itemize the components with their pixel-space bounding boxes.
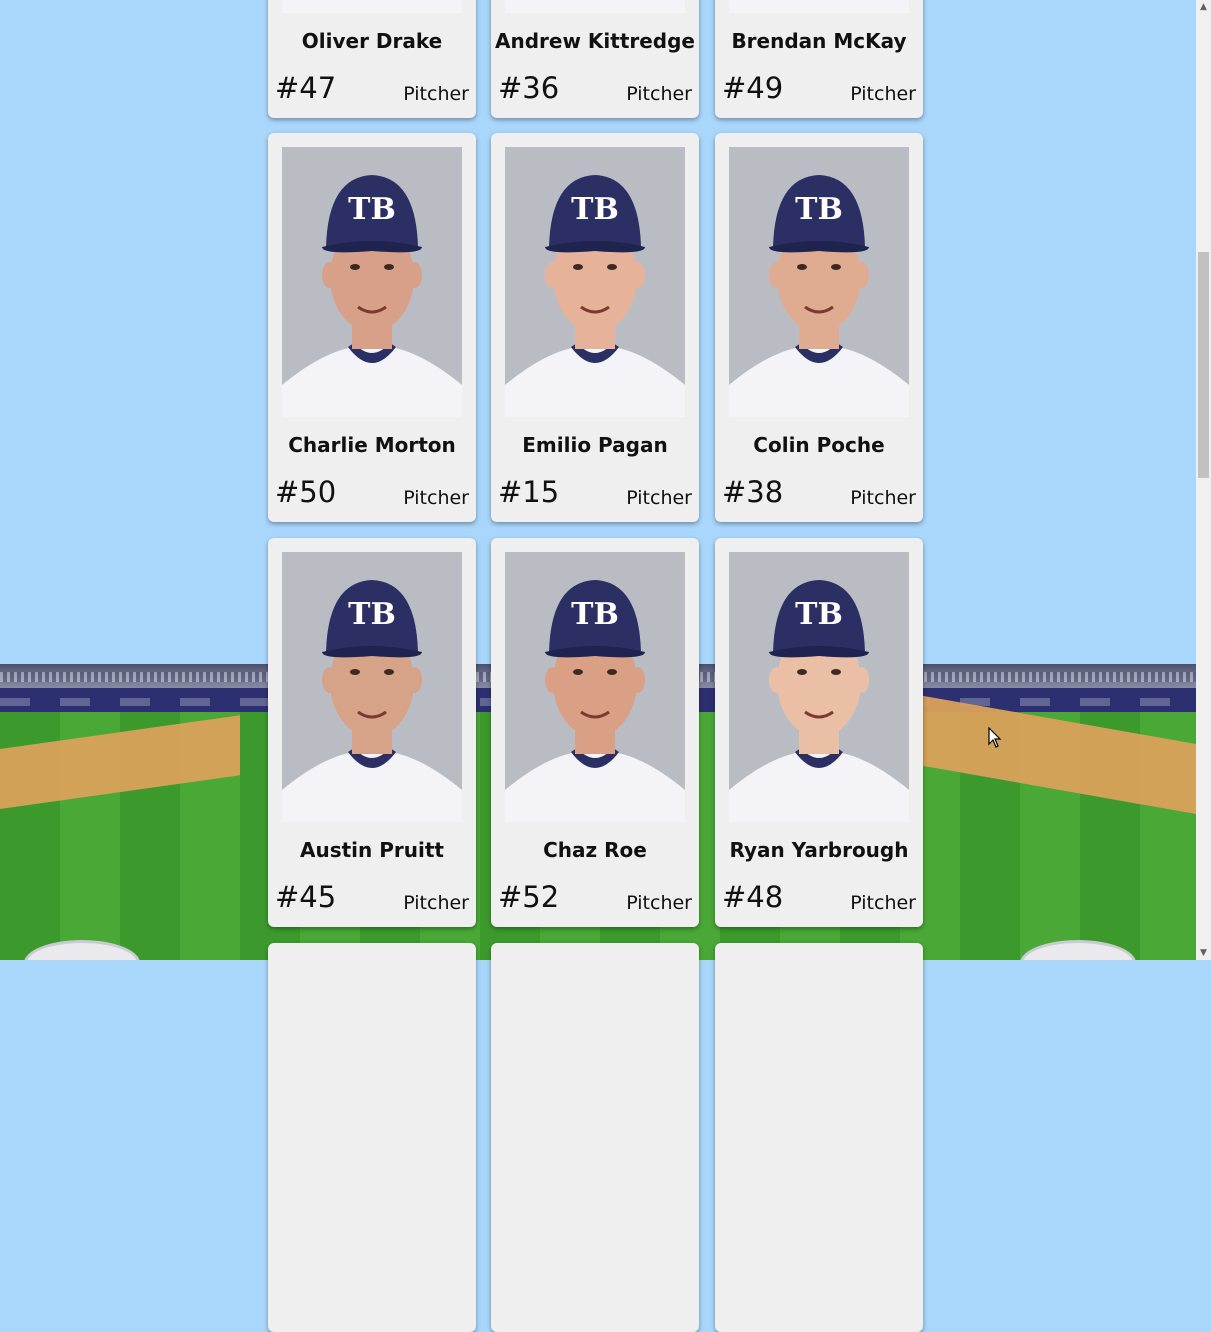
player-position: Pitcher	[850, 83, 916, 105]
player-card[interactable]: TB Chaz Roe #52 Pitcher	[491, 538, 699, 927]
player-position: Pitcher	[403, 487, 469, 509]
player-photo: TB	[282, 147, 462, 417]
headshot-illustration: TB	[505, 147, 685, 417]
player-name: Chaz Roe	[543, 838, 647, 862]
headshot-illustration: TB	[505, 552, 685, 822]
player-card[interactable]: TB Andrew Kittredge #36 Pitcher	[491, 0, 699, 118]
scroll-thumb[interactable]	[1198, 252, 1209, 478]
headshot-illustration: TB	[282, 552, 462, 822]
player-number: #15	[498, 475, 560, 509]
cap-logo: TB	[348, 597, 396, 632]
player-photo: TB	[505, 147, 685, 417]
player-photo: TB	[729, 147, 909, 417]
player-card[interactable]: TB Austin Pruitt #45 Pitcher	[268, 538, 476, 927]
headshot-illustration: TB	[282, 147, 462, 417]
player-position: Pitcher	[626, 892, 692, 914]
player-number: #49	[722, 71, 784, 105]
headshot-illustration: TB	[729, 0, 909, 13]
vertical-scrollbar[interactable]: ▲ ▼	[1196, 0, 1211, 960]
player-number: #47	[275, 71, 337, 105]
player-photo: TB	[282, 552, 462, 822]
player-position: Pitcher	[403, 83, 469, 105]
player-name: Ryan Yarbrough	[729, 838, 909, 862]
player-name: Oliver Drake	[301, 29, 443, 53]
player-card[interactable]: TB Colin Poche #38 Pitcher	[715, 133, 923, 522]
cap-logo: TB	[795, 597, 843, 632]
player-name: Andrew Kittredge	[495, 29, 695, 53]
player-name: Emilio Pagan	[522, 433, 668, 457]
player-number: #50	[275, 475, 337, 509]
player-card[interactable]: TB Emilio Pagan #15 Pitcher	[491, 133, 699, 522]
scroll-down-arrow-icon[interactable]: ▼	[1196, 946, 1211, 960]
player-number: #48	[722, 880, 784, 914]
cap-logo: TB	[348, 192, 396, 227]
player-position: Pitcher	[403, 892, 469, 914]
player-photo: TB	[729, 0, 909, 13]
player-number: #38	[722, 475, 784, 509]
player-card[interactable]: TB Brendan McKay #49 Pitcher	[715, 0, 923, 118]
headshot-illustration: TB	[505, 0, 685, 13]
player-card-partial[interactable]	[268, 943, 476, 1332]
player-number: #52	[498, 880, 560, 914]
scroll-up-arrow-icon[interactable]: ▲	[1196, 0, 1211, 14]
player-photo: TB	[505, 0, 685, 13]
player-position: Pitcher	[850, 892, 916, 914]
player-card[interactable]: TB Oliver Drake #47 Pitcher	[268, 0, 476, 118]
player-card[interactable]: TB Charlie Morton #50 Pitcher	[268, 133, 476, 522]
player-photo: TB	[505, 552, 685, 822]
mouse-cursor-icon	[988, 727, 1002, 748]
cap-logo: TB	[571, 192, 619, 227]
player-card-partial[interactable]	[715, 943, 923, 1332]
player-photo: TB	[729, 552, 909, 822]
player-card[interactable]: TB Ryan Yarbrough #48 Pitcher	[715, 538, 923, 927]
cap-logo: TB	[571, 597, 619, 632]
headshot-illustration: TB	[282, 0, 462, 13]
headshot-illustration: TB	[729, 552, 909, 822]
player-name: Colin Poche	[753, 433, 885, 457]
player-position: Pitcher	[626, 83, 692, 105]
player-number: #45	[275, 880, 337, 914]
headshot-illustration: TB	[729, 147, 909, 417]
player-name: Charlie Morton	[288, 433, 456, 457]
cap-logo: TB	[795, 192, 843, 227]
player-card-partial[interactable]	[491, 943, 699, 1332]
player-position: Pitcher	[626, 487, 692, 509]
player-name: Austin Pruitt	[300, 838, 444, 862]
player-photo: TB	[282, 0, 462, 13]
player-name: Brendan McKay	[731, 29, 907, 53]
player-number: #36	[498, 71, 560, 105]
player-position: Pitcher	[850, 487, 916, 509]
